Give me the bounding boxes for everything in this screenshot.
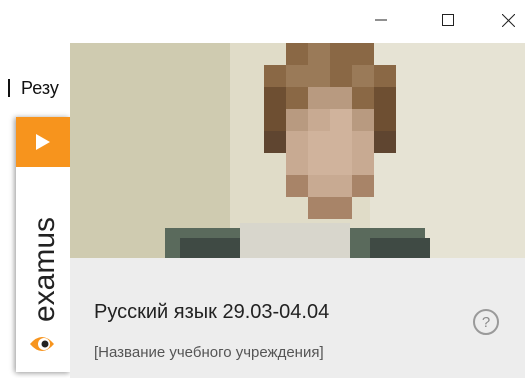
background-text: Резу (8, 78, 59, 99)
play-button[interactable] (16, 117, 70, 167)
webcam-preview (70, 43, 525, 258)
brand-text: examus (28, 217, 61, 322)
examus-logo: examus (28, 217, 61, 351)
maximize-button[interactable] (425, 0, 471, 40)
examus-eye-logo-icon (30, 337, 54, 351)
text-cursor (8, 79, 10, 97)
help-icon: ? (481, 313, 491, 331)
minimize-icon (375, 19, 387, 21)
course-title: Русский язык 29.03-04.04 (94, 301, 330, 323)
close-icon (501, 13, 515, 27)
play-icon (36, 134, 50, 150)
minimize-button[interactable] (358, 0, 404, 40)
institution-name: [Название учебного учреждения] (94, 344, 324, 361)
examus-sidebar: examus (16, 117, 70, 372)
proctoring-panel: Русский язык 29.03-04.04 [Название учебн… (70, 43, 525, 378)
help-button[interactable]: ? (473, 309, 499, 335)
maximize-icon (442, 14, 454, 26)
close-button[interactable] (485, 0, 525, 40)
webcam-image (70, 43, 525, 258)
background-label: Резу (21, 78, 59, 98)
